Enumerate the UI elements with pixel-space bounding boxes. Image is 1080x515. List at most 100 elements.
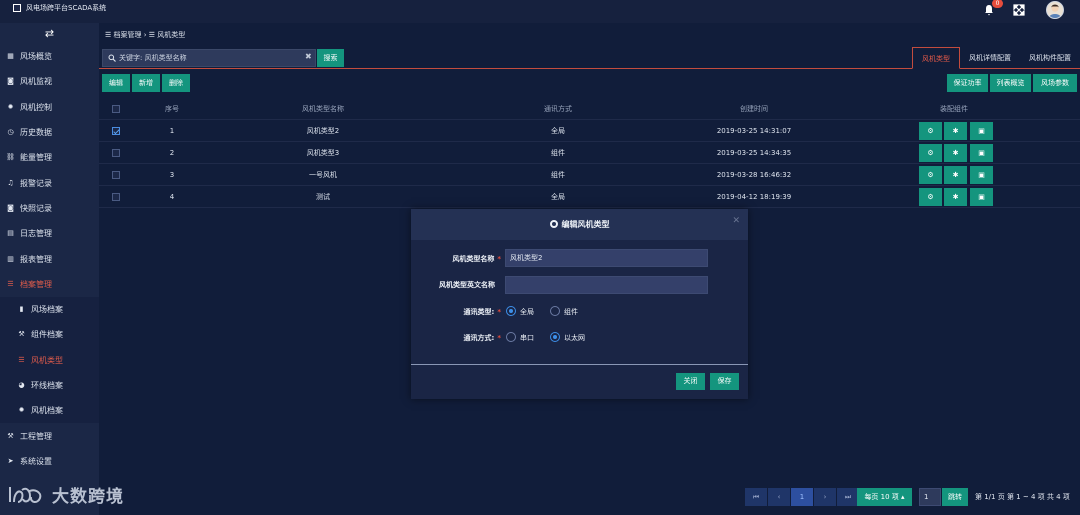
search-input[interactable] [119,51,299,65]
table-icon: ▥ [7,254,14,263]
sidebar-item-energy-management[interactable]: ⛓ 能量管理 [0,145,99,170]
edit-turbine-type-dialog: 编辑风机类型 ✕ 风机类型名称 * 风机类型2 风机类型英文名称 通讯类型: * 全… [411,209,748,399]
clear-icon[interactable]: ✖ [305,52,312,61]
settings-star-icon[interactable]: ✱ [944,166,967,184]
table-row[interactable]: 4 测试 全局 2019-04-12 18:19:39 ⚙ ✱ ▣ [99,186,1080,208]
sidebar-item-loop-archive[interactable]: ◕ 环线档案 [0,373,99,398]
comm-type-component-label: 组件 [564,308,578,316]
gear-icon: ✹ [18,406,25,415]
row-index: 3 [169,171,175,179]
next-page-icon[interactable]: › [814,488,836,506]
row-type-name: 风机类型3 [306,149,340,157]
breadcrumb-level1[interactable]: 档案管理 [114,31,142,39]
sidebar-item-turbine-archive[interactable]: ✹ 风机档案 [0,398,99,423]
image-icon[interactable]: ▣ [970,122,993,140]
notification-badge: 0 [992,0,1003,8]
action-bar: 编辑 新增 删除 保证功率 列表概览 风场参数 [99,73,1080,93]
row-created-time: 2019-03-25 14:31:07 [716,127,792,135]
tab-turbine-type[interactable]: 风机类型 [912,47,960,69]
list-icon: ☰ [105,31,114,39]
comm-mode-serial-radio[interactable] [506,332,516,342]
settings-star-icon[interactable]: ✱ [944,144,967,162]
sidebar-item-alarm-records[interactable]: ♫ 报警记录 [0,170,99,195]
pagination: ⏮ ‹ 1 › ⏭ 每页 10 项 ▴ 1 跳转 第 1/1 页 第 1 ~ 4… [745,488,1075,506]
sidebar-item-log-management[interactable]: ▤ 日志管理 [0,221,99,246]
config-gears-icon[interactable]: ⚙ [919,122,942,140]
select-all-checkbox[interactable] [112,105,120,113]
sidebar-item-system-settings[interactable]: ➤ 系统设置 [0,449,99,474]
close-icon[interactable]: ✕ [732,216,740,226]
settings-icon [549,220,558,228]
header-index: 序号 [165,105,179,113]
sidebar-item-engineering-management[interactable]: ⚒ 工程管理 [0,423,99,448]
image-icon[interactable]: ▣ [970,188,993,206]
row-created-time: 2019-04-12 18:19:39 [716,193,792,201]
search-button[interactable]: 搜索 [317,49,344,67]
user-avatar[interactable] [1046,1,1064,19]
comm-type-component-radio[interactable] [550,306,560,316]
sidebar-item-turbine-control[interactable]: ✹ 风机控制 [0,95,99,120]
comm-type-global-radio[interactable] [506,306,516,316]
sidebar-toggle-icon[interactable]: ⇄ [0,23,99,44]
row-created-time: 2019-03-25 14:34:35 [716,149,792,157]
tab-turbine-component-config[interactable]: 风机构件配置 [1020,47,1080,69]
file-icon: ▤ [7,229,14,238]
list-overview-button[interactable]: 列表概览 [990,74,1031,92]
sidebar-item-snapshot-records[interactable]: ◙ 快照记录 [0,196,99,221]
watermark: 大数跨境 [8,482,124,507]
wind-farm-params-button[interactable]: 风场参数 [1033,74,1077,92]
prev-page-icon[interactable]: ‹ [768,488,790,506]
jump-page-input[interactable]: 1 [919,488,941,506]
comm-mode-ethernet-radio[interactable] [550,332,560,342]
row-checkbox[interactable] [112,149,120,157]
config-gears-icon[interactable]: ⚙ [919,166,942,184]
type-name-label: 风机类型名称 * [452,255,501,263]
sidebar-item-component-archive[interactable]: ⚒ 组件档案 [0,322,99,347]
table-row[interactable]: 3 一号风机 组件 2019-03-28 16:46:32 ⚙ ✱ ▣ [99,164,1080,186]
table-row[interactable]: 2 风机类型3 组件 2019-03-25 14:34:35 ⚙ ✱ ▣ [99,142,1080,164]
config-gears-icon[interactable]: ⚙ [919,188,942,206]
row-checkbox[interactable] [112,127,120,135]
table-row[interactable]: 1 风机类型2 全局 2019-03-25 14:31:07 ⚙ ✱ ▣ [99,120,1080,142]
save-button[interactable]: 保存 [710,373,739,390]
fullscreen-icon[interactable] [1013,4,1025,16]
sidebar-item-wind-farm-archive[interactable]: ▮ 风场档案 [0,297,99,322]
app-title: 风电场跨平台SCADA系统 [26,4,107,12]
sidebar-item-turbine-monitor[interactable]: ◙ 风机监视 [0,69,99,94]
sidebar-item-report-management[interactable]: ▥ 报表管理 [0,246,99,271]
list-icon: ☰ [7,279,14,288]
config-gears-icon[interactable]: ⚙ [919,144,942,162]
add-button[interactable]: 新增 [132,74,160,92]
image-icon[interactable]: ▣ [970,166,993,184]
row-comm-mode: 组件 [551,149,565,157]
row-comm-mode: 组件 [551,171,565,179]
jump-button[interactable]: 跳转 [942,488,968,506]
comm-type-global-label: 全局 [520,308,534,316]
type-name-input[interactable]: 风机类型2 [505,249,708,267]
image-icon[interactable]: ▣ [970,144,993,162]
settings-star-icon[interactable]: ✱ [944,122,967,140]
delete-button[interactable]: 删除 [162,74,190,92]
tab-bar: 风机类型 风机详情配置 风机构件配置 [912,47,1080,69]
sidebar-item-wind-farm-overview[interactable]: ▦ 风场概览 [0,44,99,69]
row-checkbox[interactable] [112,171,120,179]
first-page-icon[interactable]: ⏮ [745,488,767,506]
guaranteed-power-button[interactable]: 保证功率 [947,74,988,92]
comm-type-label: 通讯类型: * [463,308,501,316]
last-page-icon[interactable]: ⏭ [837,488,859,506]
english-name-input[interactable] [505,276,708,294]
camera-icon: ◙ [7,77,14,86]
page-number-current[interactable]: 1 [791,488,813,506]
sidebar-item-history-data[interactable]: ◷ 历史数据 [0,120,99,145]
close-button[interactable]: 关闭 [676,373,705,390]
sidebar-item-turbine-type[interactable]: ☰ 风机类型 [0,348,99,373]
edit-button[interactable]: 编辑 [102,74,130,92]
tab-turbine-detail-config[interactable]: 风机详情配置 [960,47,1020,69]
grid-icon: ▦ [7,52,14,61]
page-size-select[interactable]: 每页 10 项 ▴ [857,488,912,506]
settings-star-icon[interactable]: ✱ [944,188,967,206]
sidebar: ⇄ ▦ 风场概览 ◙ 风机监视 ✹ 风机控制 ◷ 历史数据 ⛓ 能量管理 ♫ 报警记录 ◙ 快… [0,23,99,515]
row-checkbox[interactable] [112,193,120,201]
pie-icon: ◕ [18,381,25,389]
sidebar-item-archive-management[interactable]: ☰ 档案管理 [0,272,99,297]
